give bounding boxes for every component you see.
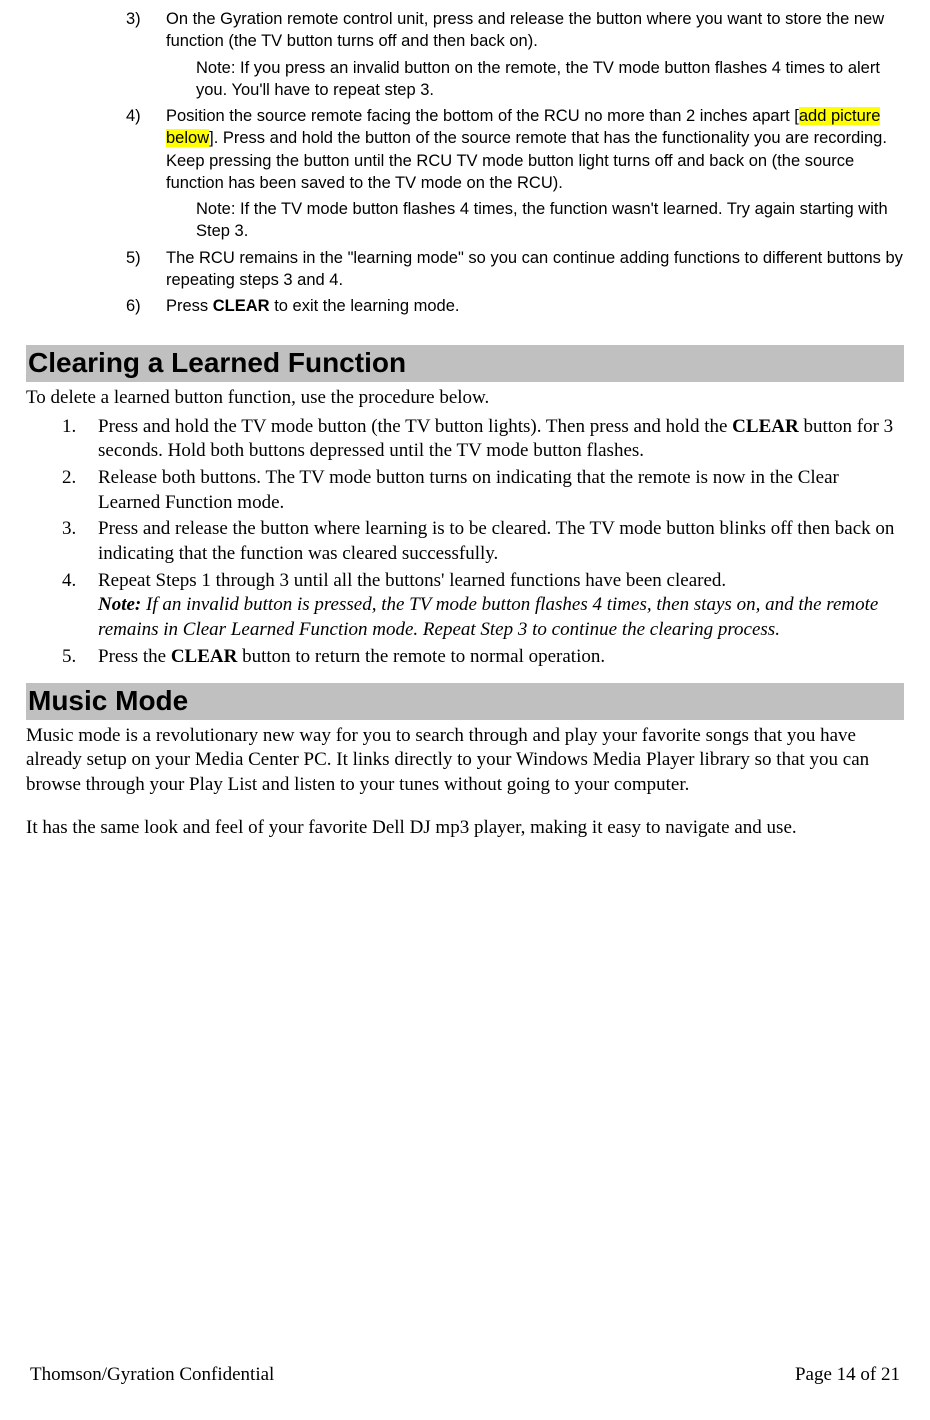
step-note: Note: If you press an invalid button on …: [166, 57, 904, 102]
item-number: 1.: [62, 415, 76, 440]
item-text: Repeat Steps 1 through 3 until all the b…: [98, 570, 726, 591]
step-3: 3) On the Gyration remote control unit, …: [126, 8, 904, 101]
step-number: 3): [126, 8, 141, 30]
music-paragraph-1: Music mode is a revolutionary new way fo…: [26, 724, 904, 798]
list-item: 1. Press and hold the TV mode button (the…: [62, 415, 904, 464]
step-6: 6) Press CLEAR to exit the learning mode…: [126, 295, 904, 317]
list-item: 2. Release both buttons. The TV mode butt…: [62, 466, 904, 515]
music-paragraph-2: It has the same look and feel of your fa…: [26, 816, 904, 841]
section-heading-music: Music Mode: [26, 683, 904, 719]
list-item: 3. Press and release the button where lea…: [62, 517, 904, 566]
item-text: Press and hold the TV mode button (the T…: [98, 416, 893, 462]
list-item: 4. Repeat Steps 1 through 3 until all the…: [62, 569, 904, 643]
footer-right: Page 14 of 21: [795, 1363, 900, 1388]
item-text: Release both buttons. The TV mode button…: [98, 467, 839, 513]
step-4: 4) Position the source remote facing the…: [126, 105, 904, 243]
step-text: On the Gyration remote control unit, pre…: [166, 10, 884, 50]
step-text: Press CLEAR to exit the learning mode.: [166, 297, 459, 315]
item-number: 4.: [62, 569, 76, 594]
section-intro: To delete a learned button function, use…: [26, 386, 904, 411]
step-5: 5) The RCU remains in the "learning mode…: [126, 247, 904, 292]
step-note: Note: If the TV mode button flashes 4 ti…: [166, 198, 904, 243]
top-steps-list: 3) On the Gyration remote control unit, …: [26, 8, 904, 317]
list-item: 5. Press the CLEAR button to return the r…: [62, 645, 904, 670]
item-note: Note: If an invalid button is pressed, t…: [98, 593, 904, 642]
step-number: 6): [126, 295, 141, 317]
document-body: 3) On the Gyration remote control unit, …: [0, 0, 930, 841]
item-number: 2.: [62, 466, 76, 491]
item-text: Press and release the button where learn…: [98, 518, 894, 564]
step-text: The RCU remains in the "learning mode" s…: [166, 249, 903, 289]
footer-left: Thomson/Gyration Confidential: [30, 1363, 274, 1388]
page-footer: Thomson/Gyration Confidential Page 14 of…: [30, 1363, 900, 1388]
item-number: 5.: [62, 645, 76, 670]
step-number: 5): [126, 247, 141, 269]
step-number: 4): [126, 105, 141, 127]
item-text: Press the CLEAR button to return the rem…: [98, 646, 605, 667]
step-text: Position the source remote facing the bo…: [166, 107, 887, 192]
section-heading-clearing: Clearing a Learned Function: [26, 345, 904, 381]
clearing-steps-list: 1. Press and hold the TV mode button (the…: [26, 415, 904, 670]
item-number: 3.: [62, 517, 76, 542]
